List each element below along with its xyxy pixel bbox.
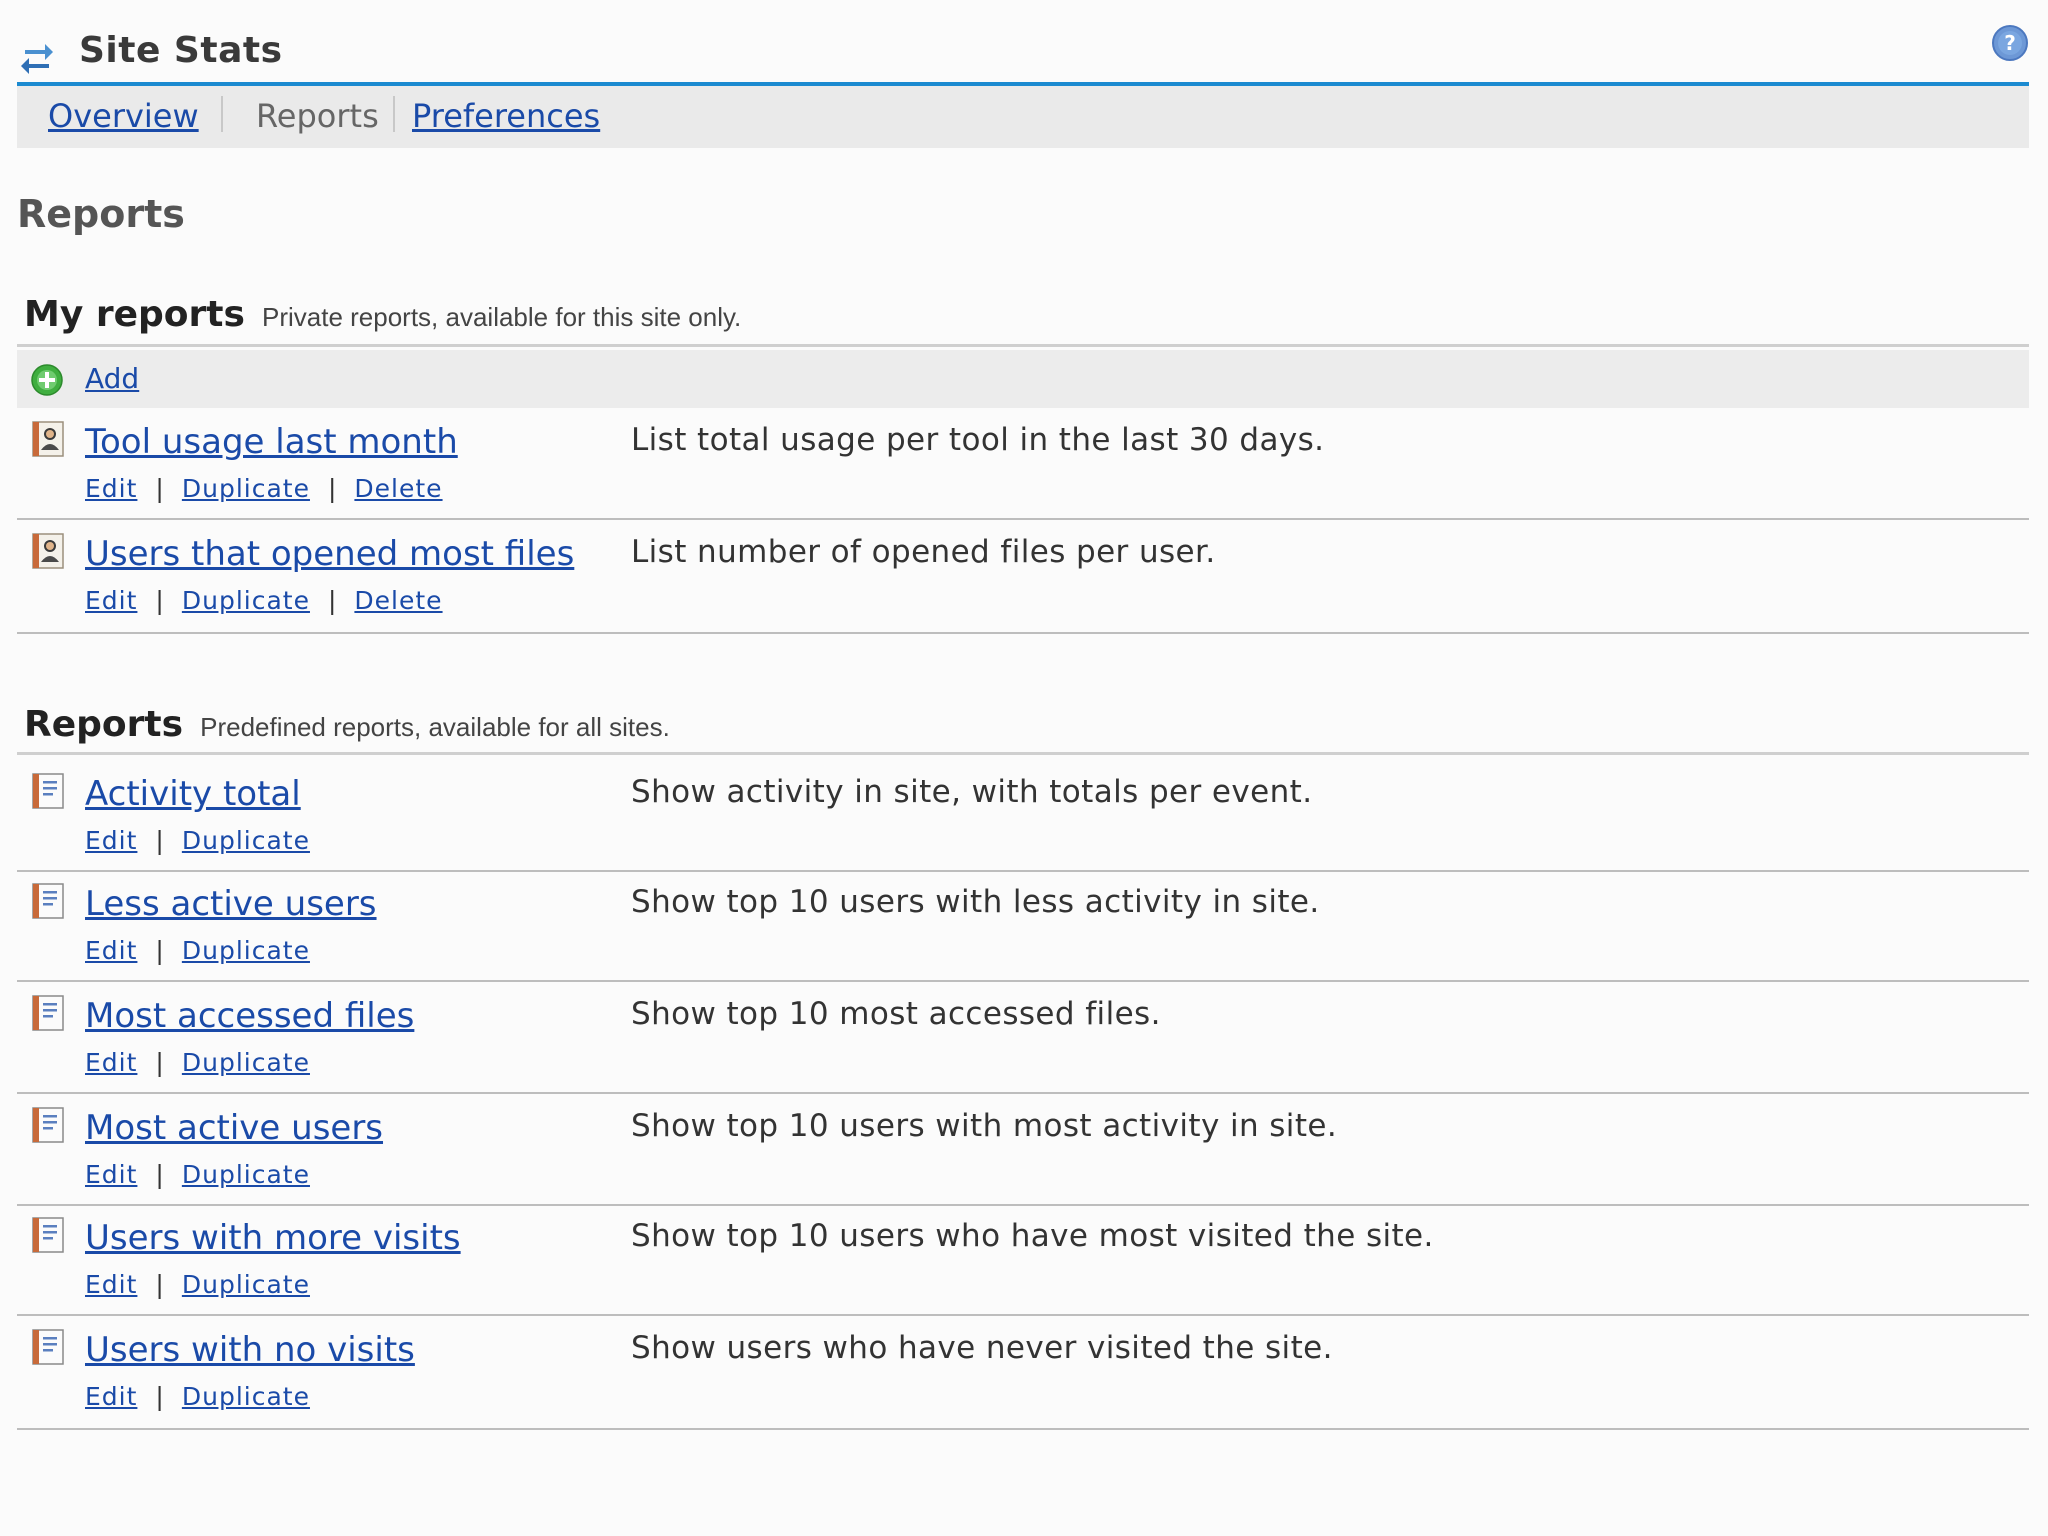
action-separator: | <box>327 474 337 503</box>
report-actions: Edit | Duplicate <box>85 1160 310 1189</box>
section-divider <box>17 752 2029 755</box>
report-title-link[interactable]: Users with no visits <box>85 1330 415 1370</box>
action-separator: | <box>327 586 337 615</box>
duplicate-link[interactable]: Duplicate <box>182 826 310 855</box>
duplicate-link[interactable]: Duplicate <box>182 1160 310 1189</box>
section-title: My reports <box>24 294 245 335</box>
edit-link[interactable]: Edit <box>85 586 137 615</box>
report-description: Show top 10 most accessed files. <box>631 996 1161 1032</box>
action-separator: | <box>155 936 164 965</box>
row-divider <box>17 980 2029 982</box>
edit-link[interactable]: Edit <box>85 826 137 855</box>
duplicate-link[interactable]: Duplicate <box>182 1048 310 1077</box>
row-divider <box>17 1092 2029 1094</box>
user-report-icon <box>32 421 64 457</box>
edit-link[interactable]: Edit <box>85 1048 137 1077</box>
report-row: Users with more visits Show top 10 users … <box>17 1208 2029 1318</box>
report-document-icon <box>32 1107 64 1143</box>
report-title-link[interactable]: Most accessed files <box>85 996 414 1036</box>
section-description: Predefined reports, available for all si… <box>200 712 670 742</box>
app-title: Site Stats <box>79 30 283 71</box>
report-title-link[interactable]: Activity total <box>85 774 301 814</box>
action-separator: | <box>155 1048 164 1077</box>
report-title-link[interactable]: Users that opened most files <box>85 534 574 574</box>
report-actions: Edit | Duplicate <box>85 1382 310 1411</box>
report-description: Show top 10 users with most activity in … <box>631 1108 1338 1144</box>
report-row: Less active users Show top 10 users with … <box>17 874 2029 984</box>
report-document-icon <box>32 995 64 1031</box>
report-row: Activity total Show activity in site, wit… <box>17 764 2029 874</box>
report-actions: Edit | Duplicate <box>85 936 310 965</box>
duplicate-link[interactable]: Duplicate <box>182 586 310 615</box>
report-actions: Edit | Duplicate <box>85 826 310 855</box>
duplicate-link[interactable]: Duplicate <box>182 1270 310 1299</box>
edit-link[interactable]: Edit <box>85 1160 137 1189</box>
refresh-arrows-icon <box>21 44 53 74</box>
report-title-link[interactable]: Tool usage last month <box>85 422 458 462</box>
report-actions: Edit | Duplicate | Delete <box>85 586 443 615</box>
action-separator: | <box>155 826 164 855</box>
add-report-bar: Add <box>17 350 2029 408</box>
tab-divider <box>393 96 395 132</box>
svg-text:?: ? <box>2004 31 2016 55</box>
section-divider <box>17 344 2029 347</box>
duplicate-link[interactable]: Duplicate <box>182 1382 310 1411</box>
report-description: List total usage per tool in the last 30… <box>631 422 1325 458</box>
section-title: Reports <box>24 704 184 745</box>
report-actions: Edit | Duplicate <box>85 1270 310 1299</box>
row-divider <box>17 1428 2029 1430</box>
row-divider <box>17 518 2029 520</box>
tab-divider <box>221 96 223 132</box>
report-title-link[interactable]: Less active users <box>85 884 377 924</box>
report-document-icon <box>32 1329 64 1365</box>
report-title-link[interactable]: Most active users <box>85 1108 383 1148</box>
tab-reports[interactable]: Reports <box>256 96 379 136</box>
report-row: Tool usage last month List total usage pe… <box>17 412 2029 522</box>
report-row: Users that opened most files List number … <box>17 524 2029 634</box>
duplicate-link[interactable]: Duplicate <box>182 936 310 965</box>
report-document-icon <box>32 1217 64 1253</box>
add-icon[interactable] <box>31 364 63 396</box>
report-document-icon <box>32 883 64 919</box>
report-description: Show top 10 users who have most visited … <box>631 1218 1434 1254</box>
predefined-reports-header: Reports Predefined reports, available fo… <box>24 704 670 745</box>
user-report-icon <box>32 533 64 569</box>
tab-overview[interactable]: Overview <box>48 96 199 136</box>
title-bar: Site Stats ? <box>17 22 2029 86</box>
page-title: Reports <box>17 192 185 236</box>
tab-bar: Overview Reports Preferences <box>17 86 2029 148</box>
action-separator: | <box>155 586 164 615</box>
report-description: Show users who have never visited the si… <box>631 1330 1333 1366</box>
report-document-icon <box>32 773 64 809</box>
report-description: List number of opened files per user. <box>631 534 1216 570</box>
row-divider <box>17 1204 2029 1206</box>
action-separator: | <box>155 474 164 503</box>
add-report-link[interactable]: Add <box>85 362 139 395</box>
action-separator: | <box>155 1382 164 1411</box>
row-divider <box>17 1314 2029 1316</box>
report-description: Show activity in site, with totals per e… <box>631 774 1313 810</box>
my-reports-header: My reports Private reports, available fo… <box>24 294 741 335</box>
section-description: Private reports, available for this site… <box>261 302 742 332</box>
report-actions: Edit | Duplicate | Delete <box>85 474 443 503</box>
action-separator: | <box>155 1160 164 1189</box>
delete-link[interactable]: Delete <box>354 586 442 615</box>
action-separator: | <box>155 1270 164 1299</box>
duplicate-link[interactable]: Duplicate <box>182 474 310 503</box>
report-description: Show top 10 users with less activity in … <box>631 884 1320 920</box>
tab-preferences[interactable]: Preferences <box>412 96 600 136</box>
help-icon[interactable]: ? <box>1991 24 2029 62</box>
row-divider <box>17 870 2029 872</box>
edit-link[interactable]: Edit <box>85 474 137 503</box>
report-actions: Edit | Duplicate <box>85 1048 310 1077</box>
report-row: Users with no visits Show users who have … <box>17 1320 2029 1430</box>
edit-link[interactable]: Edit <box>85 1382 137 1411</box>
report-row: Most accessed files Show top 10 most acce… <box>17 986 2029 1096</box>
row-divider <box>17 632 2029 634</box>
edit-link[interactable]: Edit <box>85 1270 137 1299</box>
report-row: Most active users Show top 10 users with … <box>17 1098 2029 1208</box>
edit-link[interactable]: Edit <box>85 936 137 965</box>
report-title-link[interactable]: Users with more visits <box>85 1218 461 1258</box>
delete-link[interactable]: Delete <box>354 474 442 503</box>
